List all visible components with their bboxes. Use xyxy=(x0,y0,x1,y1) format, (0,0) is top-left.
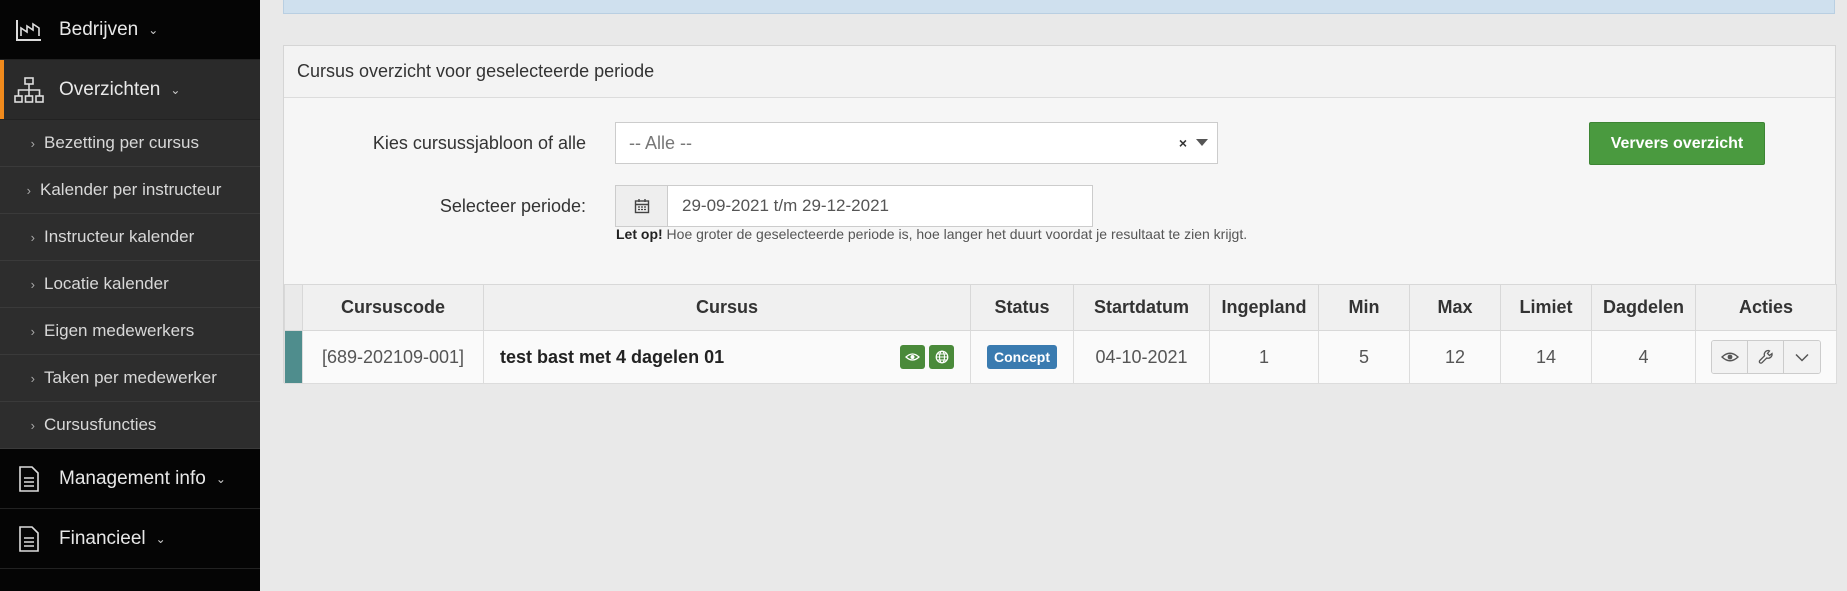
chevron-right-icon: › xyxy=(30,370,35,386)
header-startdatum[interactable]: Startdatum xyxy=(1073,284,1210,331)
chevron-right-icon: › xyxy=(30,276,35,292)
sidebar-subitem-locatie-kalender[interactable]: › Locatie kalender xyxy=(0,261,260,308)
sidebar-subitem-instructeur-kalender[interactable]: › Instructeur kalender xyxy=(0,214,260,261)
template-row: Kies cursussjabloon of alle xyxy=(284,120,586,166)
cell-acties xyxy=(1695,330,1837,384)
header-dagdelen[interactable]: Dagdelen xyxy=(1591,284,1696,331)
sidebar-subitem-label: Locatie kalender xyxy=(44,274,169,293)
chevron-down-icon: ⌄ xyxy=(215,471,226,486)
template-label: Kies cursussjabloon of alle xyxy=(372,132,586,153)
course-overview-panel: Cursus overzicht voor geselecteerde peri… xyxy=(283,45,1837,384)
chevron-right-icon: › xyxy=(30,417,35,433)
sidebar-subitem-cursusfuncties[interactable]: › Cursusfuncties xyxy=(0,402,260,449)
header-cursuscode[interactable]: Cursuscode xyxy=(302,284,484,331)
chevron-down-icon: ⌄ xyxy=(155,531,166,546)
chevron-right-icon: › xyxy=(30,135,35,151)
note-bold: Let op! xyxy=(616,226,663,242)
sidebar-subitem-bezetting[interactable]: › Bezetting per cursus xyxy=(0,120,260,167)
period-label: Selecteer periode: xyxy=(439,195,586,216)
template-select-value: -- Alle -- xyxy=(629,132,692,153)
sidebar-subitem-eigen-medewerkers[interactable]: › Eigen medewerkers xyxy=(0,308,260,355)
sidebar-item-bedrijven[interactable]: Bedrijven ⌄ xyxy=(0,0,260,60)
sidebar-item-label: Overzichten xyxy=(59,78,161,100)
chevron-right-icon: › xyxy=(30,229,35,245)
header-strip xyxy=(284,284,303,331)
sidebar-item-label: Bedrijven xyxy=(59,18,139,40)
actions-group xyxy=(1711,340,1821,374)
document-icon xyxy=(13,465,45,493)
header-limiet[interactable]: Limiet xyxy=(1500,284,1592,331)
sidebar-subitem-label: Kalender per instructeur xyxy=(40,180,222,199)
table-row: [689-202109-001] test bast met 4 dagelen… xyxy=(284,330,1837,384)
header-max[interactable]: Max xyxy=(1409,284,1501,331)
period-note: Let op! Hoe groter de geselecteerde peri… xyxy=(616,226,1247,242)
sidebar-subitem-label: Eigen medewerkers xyxy=(44,321,195,340)
period-picker[interactable]: 29-09-2021 t/m 29-12-2021 xyxy=(615,185,1093,227)
header-status[interactable]: Status xyxy=(970,284,1074,331)
cell-limiet: 14 xyxy=(1500,330,1592,384)
sidebar-item-financieel[interactable]: Financieel ⌄ xyxy=(0,509,260,569)
wrench-icon[interactable] xyxy=(1748,341,1784,373)
template-select[interactable]: -- Alle -- × xyxy=(615,122,1218,164)
course-table: Cursuscode Cursus Status Startdatum Inge… xyxy=(284,284,1837,384)
chart-line-icon xyxy=(13,16,45,44)
period-row: Selecteer periode: xyxy=(284,183,586,229)
sidebar-item-overzichten[interactable]: Overzichten ⌄ xyxy=(0,60,260,120)
table-header-row: Cursuscode Cursus Status Startdatum Inge… xyxy=(284,284,1837,331)
note-text: Hoe groter de geselecteerde periode is, … xyxy=(662,226,1248,242)
cell-max: 12 xyxy=(1409,330,1501,384)
caret-down-icon[interactable] xyxy=(1196,139,1208,146)
sidebar-item-label: Financieel xyxy=(59,527,146,549)
calendar-icon[interactable] xyxy=(615,185,668,227)
eye-icon[interactable] xyxy=(1712,341,1748,373)
view-icon[interactable] xyxy=(900,345,925,369)
row-status-strip xyxy=(284,330,303,384)
sitemap-icon xyxy=(13,76,45,104)
sidebar-subitem-taken[interactable]: › Taken per medewerker xyxy=(0,355,260,402)
header-ingepland[interactable]: Ingepland xyxy=(1209,284,1319,331)
status-badge: Concept xyxy=(987,345,1057,369)
globe-icon[interactable] xyxy=(929,345,954,369)
cell-min: 5 xyxy=(1318,330,1410,384)
sidebar-subitem-kalender-instructeur[interactable]: › Kalender per instructeur xyxy=(0,167,260,214)
panel-title: Cursus overzicht voor geselecteerde peri… xyxy=(284,46,1835,98)
refresh-overview-button[interactable]: Ververs overzicht xyxy=(1589,122,1765,165)
info-banner xyxy=(283,0,1835,14)
sidebar-item-label: Management info xyxy=(59,467,206,489)
cell-status: Concept xyxy=(970,330,1074,384)
sidebar: Bedrijven ⌄ Overzichten ⌄ › Bezetting per… xyxy=(0,0,260,591)
chevron-right-icon: › xyxy=(26,182,31,198)
header-acties: Acties xyxy=(1695,284,1837,331)
period-input[interactable]: 29-09-2021 t/m 29-12-2021 xyxy=(668,185,1093,227)
chevron-right-icon: › xyxy=(30,323,35,339)
header-min[interactable]: Min xyxy=(1318,284,1410,331)
clear-icon[interactable]: × xyxy=(1179,135,1187,151)
sidebar-subitem-label: Instructeur kalender xyxy=(44,227,195,246)
cell-cursuscode[interactable]: [689-202109-001] xyxy=(302,330,484,384)
sidebar-item-management-info[interactable]: Management info ⌄ xyxy=(0,449,260,509)
course-icons xyxy=(896,345,954,369)
cell-dagdelen: 4 xyxy=(1591,330,1696,384)
sidebar-subitem-label: Taken per medewerker xyxy=(44,368,217,387)
chevron-down-icon: ⌄ xyxy=(170,82,181,97)
cell-ingepland: 1 xyxy=(1209,330,1319,384)
chevron-down-icon: ⌄ xyxy=(148,22,159,37)
course-name[interactable]: test bast met 4 dagelen 01 xyxy=(500,347,724,367)
sidebar-subitem-label: Bezetting per cursus xyxy=(44,133,199,152)
cell-startdatum: 04-10-2021 xyxy=(1073,330,1210,384)
sidebar-subitem-label: Cursusfuncties xyxy=(44,415,157,434)
document-icon xyxy=(13,525,45,553)
cell-cursus: test bast met 4 dagelen 01 xyxy=(483,330,971,384)
header-cursus[interactable]: Cursus xyxy=(483,284,971,331)
chevron-down-icon[interactable] xyxy=(1784,341,1820,373)
